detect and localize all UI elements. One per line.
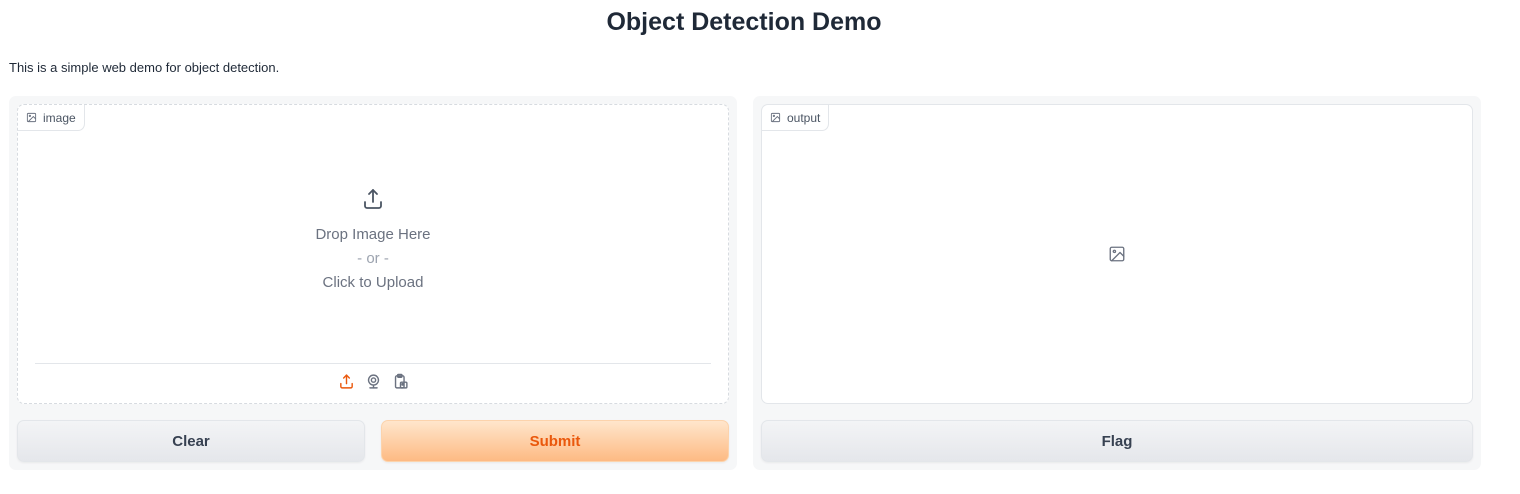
image-upload-dropzone[interactable]: image Drop Image Here - or - Click to Up… bbox=[17, 104, 729, 404]
page-description: This is a simple web demo for object det… bbox=[9, 60, 280, 75]
image-icon bbox=[770, 112, 781, 123]
webcam-source-icon[interactable] bbox=[365, 373, 382, 390]
upload-icon bbox=[364, 189, 382, 209]
upload-source-icon[interactable] bbox=[338, 373, 355, 390]
source-divider bbox=[35, 363, 711, 364]
click-to-upload-text: Click to Upload bbox=[322, 274, 424, 291]
submit-button[interactable]: Submit bbox=[381, 420, 729, 462]
or-separator-text: - or - bbox=[357, 250, 389, 267]
output-label-text: output bbox=[787, 110, 821, 125]
image-placeholder-icon bbox=[1109, 246, 1125, 262]
input-panel: image Drop Image Here - or - Click to Up… bbox=[9, 96, 737, 470]
clipboard-source-icon[interactable] bbox=[392, 373, 409, 390]
flag-button[interactable]: Flag bbox=[761, 420, 1473, 462]
output-block-label: output bbox=[762, 105, 830, 131]
output-panel: output Flag bbox=[753, 96, 1481, 470]
image-label-text: image bbox=[43, 110, 76, 125]
source-selector bbox=[18, 373, 728, 390]
upload-prompt[interactable]: Drop Image Here - or - Click to Upload bbox=[18, 175, 728, 295]
output-image-area: output bbox=[761, 104, 1473, 404]
image-block-label: image bbox=[18, 105, 85, 131]
page-title: Object Detection Demo bbox=[606, 8, 882, 36]
clear-button[interactable]: Clear bbox=[17, 420, 365, 462]
image-icon bbox=[26, 112, 37, 123]
drop-image-text: Drop Image Here bbox=[315, 226, 431, 243]
